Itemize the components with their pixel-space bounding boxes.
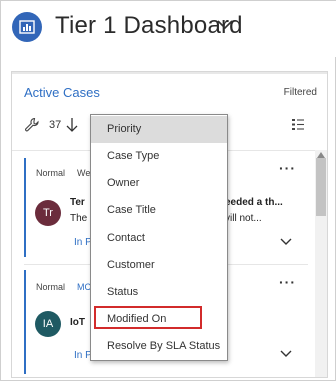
- avatar: Tr: [35, 200, 61, 226]
- case-title[interactable]: IoT: [70, 317, 85, 328]
- case-priority: Normal: [36, 282, 66, 292]
- case-title[interactable]: Ter: [70, 197, 85, 208]
- scrollbar-thumb[interactable]: [316, 158, 326, 216]
- menu-item-priority[interactable]: Priority: [91, 116, 227, 143]
- panel-top-border: [12, 72, 327, 74]
- app-frame: Tier 1 Dashboard Active Cases Filtered 3…: [0, 0, 336, 381]
- case-priority: Normal: [36, 168, 66, 178]
- list-view-icon[interactable]: [291, 117, 305, 131]
- wrench-icon[interactable]: [24, 117, 40, 133]
- menu-item-owner[interactable]: Owner: [91, 170, 227, 197]
- panel-title[interactable]: Active Cases: [24, 85, 100, 100]
- more-options-icon[interactable]: ···: [279, 160, 296, 176]
- menu-item-status[interactable]: Status: [91, 279, 227, 306]
- modified-on-highlight-box: [94, 306, 202, 329]
- case-title-continued: eeded a th...: [225, 197, 283, 208]
- dashboard-glyph-icon: [19, 20, 35, 34]
- more-options-icon[interactable]: ···: [279, 274, 296, 290]
- record-count: 37: [49, 119, 62, 131]
- menu-item-resolve-by-sla-status[interactable]: Resolve By SLA Status: [91, 333, 227, 360]
- menu-item-customer[interactable]: Customer: [91, 252, 227, 279]
- chevron-down-icon[interactable]: [280, 238, 292, 246]
- case-description-continued: vill not...: [225, 213, 262, 224]
- case-description: The: [70, 213, 88, 224]
- case-owner: We: [77, 168, 91, 178]
- case-owner[interactable]: MC: [77, 282, 91, 292]
- card-accent-bar: [24, 158, 26, 257]
- chevron-down-icon[interactable]: [217, 20, 233, 30]
- dashboard-app-icon: [12, 12, 42, 42]
- chevron-down-icon[interactable]: [280, 350, 292, 358]
- dashboard-title[interactable]: Tier 1 Dashboard: [55, 12, 243, 40]
- card-accent-bar: [24, 270, 26, 374]
- menu-item-case-type[interactable]: Case Type: [91, 143, 227, 170]
- avatar: IA: [35, 311, 61, 337]
- sort-descending-arrow-icon[interactable]: [65, 116, 79, 134]
- sort-by-menu: Priority Case Type Owner Case Title Cont…: [90, 114, 228, 361]
- menu-item-contact[interactable]: Contact: [91, 225, 227, 252]
- dashboard-header: Tier 1 Dashboard: [1, 1, 336, 57]
- filter-status-label: Filtered: [283, 87, 317, 98]
- menu-item-case-title[interactable]: Case Title: [91, 197, 227, 224]
